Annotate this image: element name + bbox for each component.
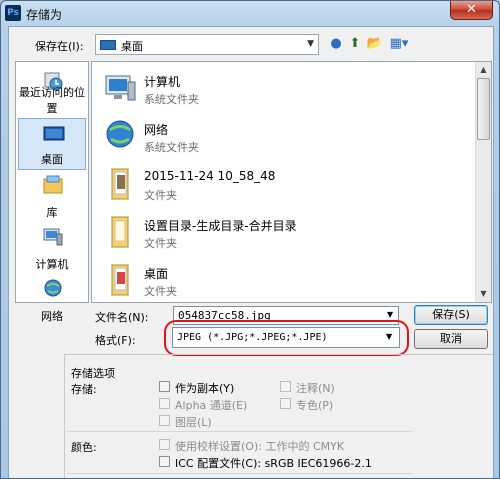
list-item[interactable]: 网络 系统文件夹 — [92, 112, 476, 160]
options-divider — [67, 473, 412, 474]
place-label: 库 — [46, 206, 58, 219]
use-proof-setup-checkbox[interactable]: 使用校样设置(O): 工作中的 CMYK — [159, 438, 419, 453]
chevron-down-icon[interactable]: ▼ — [387, 310, 393, 319]
place-computer[interactable]: 计算机 — [18, 222, 86, 274]
file-list: 计算机 系统文件夹 网络 系统文件夹 2015-11-24 10_58_48 文… — [91, 61, 492, 303]
file-name: 网络 — [144, 123, 169, 137]
list-item[interactable]: 2015-11-24 10_58_48 文件夹 — [92, 160, 476, 208]
new-folder-icon[interactable]: 📂 — [366, 35, 384, 53]
filename-input[interactable]: 054837cc58.jpg — [173, 306, 399, 325]
checkbox-label: 作为副本(Y) — [175, 382, 235, 395]
checkbox-label: 注释(N) — [296, 382, 335, 395]
file-name: 设置目录-生成目录-合并目录 — [144, 219, 297, 233]
place-desktop[interactable]: 桌面 — [18, 118, 86, 170]
title-bar: Ps 存储为 ✕ — [1, 1, 499, 25]
chevron-down-icon[interactable]: ▼ — [386, 332, 392, 341]
window-title: 存储为 — [26, 8, 63, 22]
photoshop-app-icon: Ps — [5, 5, 21, 21]
checkbox-box[interactable] — [159, 415, 170, 426]
checkbox-box[interactable] — [280, 381, 291, 392]
dialog-client: 保存在(I): 桌面 ▼ ● ⬆ 📂 ▦▾ 最近访问的位置 桌面 库 计算机 网… — [8, 26, 494, 478]
back-icon[interactable]: ● — [327, 35, 345, 53]
save-in-dropdown[interactable]: 桌面 ▼ — [95, 34, 319, 55]
network-icon — [106, 120, 134, 148]
checkbox-label: ICC 配置文件(C): sRGB IEC61966-2.1 — [175, 457, 372, 470]
alpha-channels-checkbox[interactable]: Alpha 通道(E) — [159, 397, 269, 412]
save-as-dialog: Ps 存储为 ✕ 保存在(I): 桌面 ▼ ● ⬆ 📂 ▦▾ 最近访问的位置 桌… — [0, 0, 500, 479]
checkbox-label: 专色(P) — [296, 399, 334, 412]
place-label: 计算机 — [35, 258, 69, 271]
network-icon — [44, 279, 62, 297]
options-divider — [67, 431, 412, 432]
format-label: 格式(F): — [95, 334, 136, 347]
checkbox-label: 图层(L) — [175, 416, 212, 429]
annotations-checkbox[interactable]: 注释(N) — [280, 380, 370, 395]
up-folder-icon[interactable]: ⬆ — [346, 35, 364, 53]
file-type: 系统文件夹 — [144, 141, 199, 154]
list-item[interactable]: 设置目录-生成目录-合并目录 文件夹 — [92, 208, 476, 256]
scroll-thumb[interactable] — [477, 78, 490, 140]
place-label: 网络 — [41, 310, 63, 323]
place-network[interactable]: 网络 — [18, 274, 86, 326]
scroll-up-icon[interactable]: ▲ — [476, 62, 491, 78]
storage-label: 存储: — [71, 383, 97, 396]
file-name: 桌面 — [144, 267, 169, 281]
place-libraries[interactable]: 库 — [18, 170, 86, 222]
checkbox-box[interactable] — [159, 439, 170, 450]
checkbox-box[interactable] — [280, 398, 291, 409]
place-recent[interactable]: 最近访问的位置 — [18, 66, 86, 118]
color-label: 颜色: — [71, 441, 97, 454]
checkbox-box[interactable] — [159, 381, 170, 392]
file-type: 文件夹 — [144, 189, 177, 202]
scroll-down-icon[interactable]: ▼ — [476, 286, 491, 302]
save-options-title: 存储选项 — [71, 367, 115, 380]
save-in-value: 桌面 — [121, 40, 143, 53]
list-item[interactable]: 桌面 文件夹 — [92, 256, 476, 302]
libraries-icon — [43, 175, 63, 194]
file-type: 系统文件夹 — [144, 93, 199, 106]
cancel-button[interactable]: 取消 — [414, 329, 488, 349]
file-type: 文件夹 — [144, 237, 177, 250]
folder-icon — [111, 264, 129, 296]
as-copy-checkbox[interactable]: 作为副本(Y) — [159, 380, 269, 395]
vertical-scrollbar[interactable]: ▲ ▼ — [475, 62, 491, 302]
desktop-icon — [43, 126, 65, 141]
desktop-folder-icon — [100, 40, 116, 50]
close-button[interactable]: ✕ — [450, 1, 493, 20]
spot-colors-checkbox[interactable]: 专色(P) — [280, 397, 370, 412]
folder-icon — [111, 168, 129, 200]
folder-icon — [111, 216, 129, 248]
chevron-down-icon[interactable]: ▼ — [307, 39, 314, 49]
filename-label: 文件名(N): — [95, 311, 149, 324]
place-label: 桌面 — [41, 153, 63, 166]
file-name: 计算机 — [144, 75, 181, 89]
save-button[interactable]: 保存(S) — [414, 305, 488, 325]
format-dropdown[interactable]: JPEG (*.JPG;*.JPEG;*.JPE) — [172, 327, 400, 348]
checkbox-label: Alpha 通道(E) — [175, 399, 248, 412]
list-item[interactable]: 计算机 系统文件夹 — [92, 64, 476, 112]
checkbox-box[interactable] — [159, 456, 170, 467]
file-name: 2015-11-24 10_58_48 — [144, 169, 276, 183]
layers-checkbox[interactable]: 图层(L) — [159, 414, 269, 429]
checkbox-label: 使用校样设置(O): 工作中的 CMYK — [175, 440, 345, 453]
place-label: 最近访问的位置 — [19, 86, 85, 115]
save-in-label: 保存在(I): — [35, 40, 84, 53]
computer-icon — [43, 228, 63, 246]
file-type: 文件夹 — [144, 285, 177, 298]
icc-profile-checkbox[interactable]: ICC 配置文件(C): sRGB IEC61966-2.1 — [159, 455, 419, 470]
places-bar: 最近访问的位置 桌面 库 计算机 网络 — [15, 61, 89, 323]
computer-icon — [105, 75, 136, 101]
view-menu-icon[interactable]: ▦▾ — [386, 35, 412, 53]
checkbox-box[interactable] — [159, 398, 170, 409]
